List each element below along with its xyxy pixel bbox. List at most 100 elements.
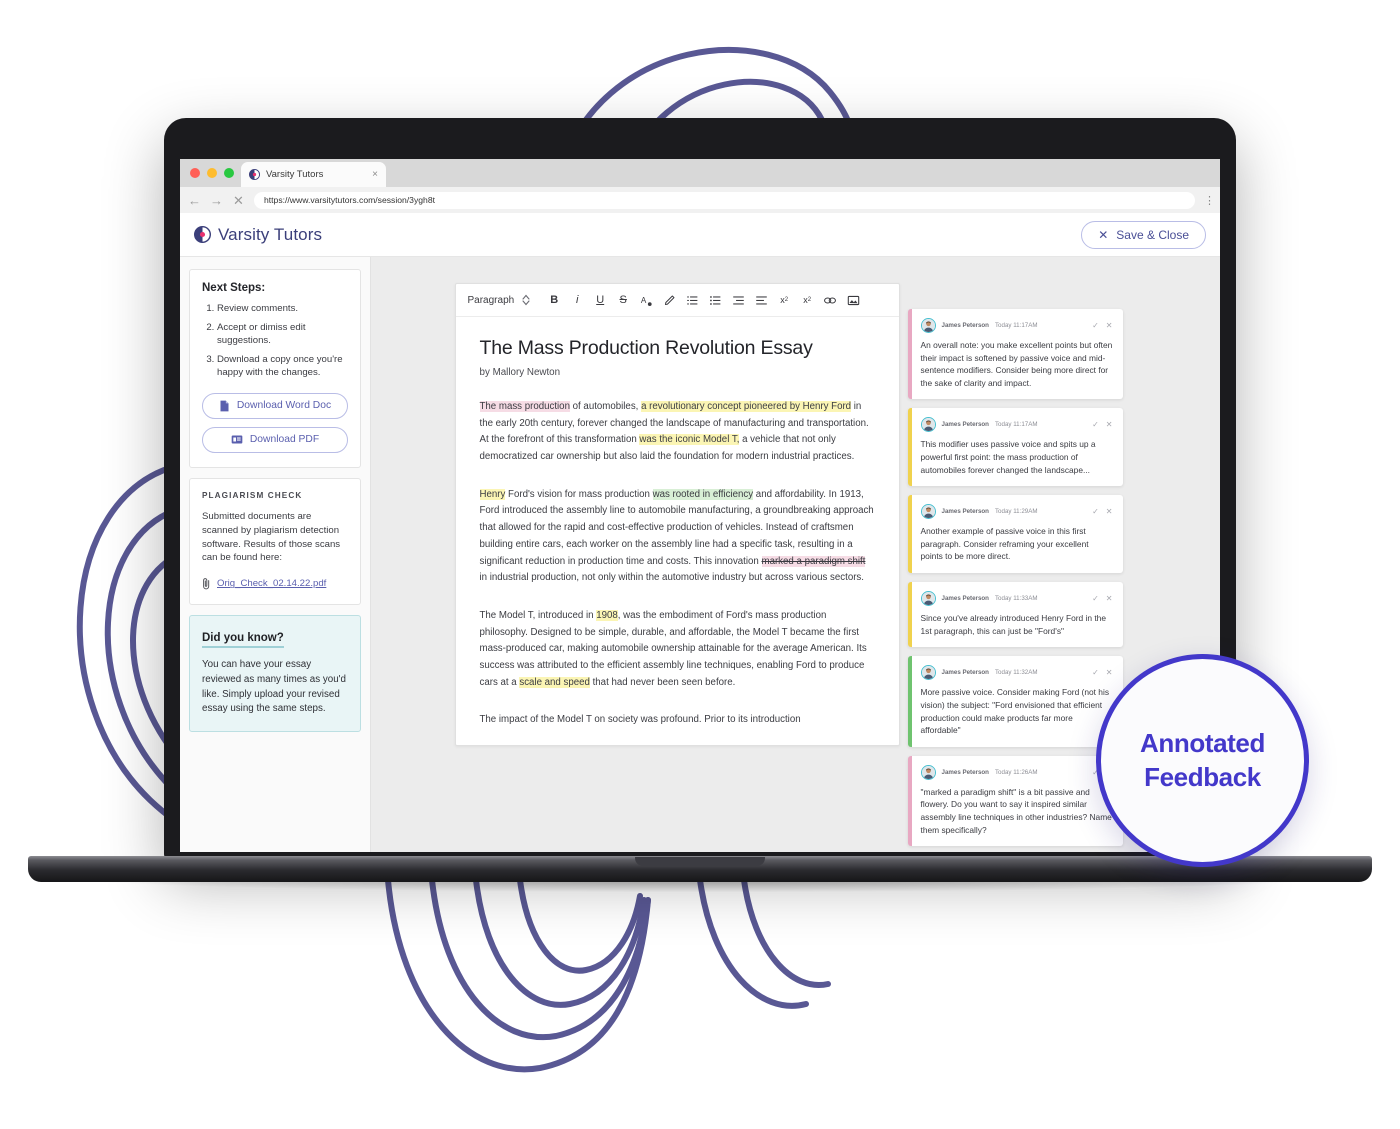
- stop-icon[interactable]: ✕: [232, 194, 245, 207]
- comment-card[interactable]: James Peterson Today 11:17AM ✓ ✕ An overall …: [907, 309, 1123, 400]
- comment-timestamp: Today 11:17AM: [994, 421, 1038, 429]
- browser-urlbar: ← → ✕ https://www.varsitytutors.com/sess…: [180, 187, 1220, 213]
- plagiarism-check-label: PLAGIARISM CHECK: [202, 490, 303, 500]
- italic-icon[interactable]: i: [568, 291, 586, 309]
- close-window-dot[interactable]: [190, 168, 200, 178]
- comment-body: Another example of passive voice in this…: [920, 526, 1089, 562]
- indent-icon[interactable]: [729, 291, 747, 309]
- varsity-tutors-favicon: [249, 169, 260, 180]
- did-you-know-title: Did you know?: [202, 632, 284, 649]
- editor-column: Paragraph B i U S A x 2 x 2 The Mass Pro…: [454, 283, 900, 852]
- highlight-yellow[interactable]: 1908: [596, 609, 618, 621]
- browser-tab-title: Varsity Tutors: [266, 169, 324, 180]
- accept-comment-icon[interactable]: ✓: [1092, 321, 1099, 330]
- unordered-list-icon[interactable]: [706, 291, 724, 309]
- accept-comment-icon[interactable]: ✓: [1092, 420, 1099, 429]
- comment-card[interactable]: James Peterson Today 11:32AM ✓ ✕ More passiv…: [907, 656, 1123, 747]
- accept-comment-icon[interactable]: ✓: [1092, 668, 1099, 677]
- text-color-icon[interactable]: A: [637, 291, 655, 309]
- outdent-icon[interactable]: [752, 291, 770, 309]
- save-and-close-label: Save & Close: [1116, 227, 1189, 242]
- plagiarism-check-body: Submitted documents are scanned by plagi…: [202, 510, 341, 564]
- document-byline: by Mallory Newton: [479, 367, 561, 378]
- dismiss-comment-icon[interactable]: ✕: [1106, 507, 1113, 516]
- accept-comment-icon[interactable]: ✓: [1092, 507, 1099, 516]
- accept-comment-icon[interactable]: ✓: [1092, 594, 1099, 603]
- superscript-icon[interactable]: x2: [798, 291, 816, 309]
- highlight-strike[interactable]: marked a paradigm shift: [761, 555, 866, 567]
- avatar: [920, 591, 936, 607]
- comment-author: James Peterson: [941, 669, 989, 677]
- svg-text:A: A: [641, 295, 647, 304]
- comment-card[interactable]: James Peterson Today 11:17AM ✓ ✕ This modifi…: [907, 408, 1123, 487]
- comment-timestamp: Today 11:32AM: [994, 669, 1038, 677]
- dismiss-comment-icon[interactable]: ✕: [1106, 321, 1113, 330]
- document-paragraph: The mass production of automobiles, a re…: [479, 401, 869, 463]
- comment-author: James Peterson: [941, 595, 989, 603]
- document-paragraph: Henry Ford's vision for mass production …: [479, 488, 874, 584]
- strikethrough-icon[interactable]: S: [614, 291, 632, 309]
- document-content[interactable]: The Mass Production Revolution Essay by …: [456, 317, 899, 745]
- link-icon[interactable]: [821, 291, 839, 309]
- comment-timestamp: Today 11:29AM: [994, 508, 1038, 516]
- image-icon[interactable]: [844, 291, 862, 309]
- document-title: The Mass Production Revolution Essay: [479, 337, 813, 359]
- document-paragraph: The impact of the Model T on society was…: [479, 714, 801, 726]
- highlight-yellow[interactable]: a revolutionary concept pioneered by Hen…: [641, 401, 852, 412]
- tab-close-icon[interactable]: ×: [372, 169, 378, 180]
- avatar: [920, 417, 936, 433]
- plagiarism-report-filename: Orig_Check_02.14.22.pdf: [217, 578, 327, 590]
- save-and-close-button[interactable]: ✕ Save & Close: [1081, 220, 1206, 249]
- sidebar: Next Steps: Review comments. Accept or d…: [180, 257, 371, 852]
- brand-name: Varsity Tutors: [218, 224, 323, 244]
- highlight-yellow[interactable]: Henry: [479, 488, 506, 500]
- dismiss-comment-icon[interactable]: ✕: [1106, 668, 1113, 677]
- brand[interactable]: Varsity Tutors: [194, 225, 322, 245]
- minimize-window-dot[interactable]: [207, 168, 217, 178]
- underline-icon[interactable]: U: [591, 291, 609, 309]
- comment-timestamp: Today 11:26AM: [994, 768, 1038, 776]
- highlighter-icon[interactable]: [660, 291, 678, 309]
- highlight-yellow[interactable]: was the iconic Model T,: [639, 434, 740, 446]
- highlight-yellow[interactable]: scale and speed: [519, 676, 590, 688]
- paragraph-style-select[interactable]: Paragraph: [468, 294, 531, 306]
- pdf-document-icon: [231, 435, 243, 444]
- comment-card[interactable]: James Peterson Today 11:33AM ✓ ✕ Since you'v…: [907, 582, 1123, 648]
- avatar: [920, 318, 936, 333]
- comment-header: James Peterson Today 11:33AM ✓ ✕: [920, 591, 1113, 607]
- bold-icon[interactable]: B: [545, 291, 563, 309]
- forward-icon[interactable]: →: [210, 194, 223, 207]
- next-steps-list: Review comments. Accept or dimiss edit s…: [217, 303, 348, 380]
- comment-author: James Peterson: [941, 508, 989, 516]
- avatar: [920, 665, 936, 681]
- comment-header: James Peterson Today 11:17AM ✓ ✕: [920, 318, 1113, 333]
- download-pdf-button[interactable]: Download PDF: [202, 426, 348, 453]
- editor-area: Paragraph B i U S A x 2 x 2 The Mass Pro…: [371, 257, 1220, 852]
- browser-menu-icon[interactable]: ⋮: [1204, 194, 1215, 207]
- download-pdf-label: Download PDF: [249, 434, 320, 446]
- url-input[interactable]: https://www.varsitytutors.com/session/3y…: [254, 191, 1195, 209]
- dismiss-comment-icon[interactable]: ✕: [1106, 420, 1113, 429]
- highlight-pink[interactable]: The mass production: [479, 401, 570, 412]
- laptop-screen: Varsity Tutors × ← → ✕ https://www.varsi…: [180, 159, 1220, 852]
- comment-author: James Peterson: [941, 421, 989, 429]
- browser-tab[interactable]: Varsity Tutors ×: [241, 162, 386, 187]
- highlight-green[interactable]: was rooted in efficiency: [652, 488, 754, 500]
- maximize-window-dot[interactable]: [224, 168, 234, 178]
- comment-timestamp: Today 11:17AM: [994, 322, 1038, 329]
- plagiarism-check-card: PLAGIARISM CHECK Submitted documents are…: [189, 477, 361, 606]
- back-icon[interactable]: ←: [188, 194, 201, 207]
- comment-card[interactable]: James Peterson Today 11:29AM ✓ ✕ Another exa…: [907, 495, 1123, 574]
- plagiarism-report-link[interactable]: Orig_Check_02.14.22.pdf: [202, 577, 348, 590]
- window-controls[interactable]: [190, 168, 234, 178]
- subscript-icon[interactable]: x2: [775, 291, 793, 309]
- comment-timestamp: Today 11:33AM: [994, 595, 1038, 603]
- dismiss-comment-icon[interactable]: ✕: [1106, 594, 1113, 603]
- comment-body: More passive voice. Consider making Ford…: [920, 687, 1110, 736]
- annotated-feedback-label: Annotated Feedback: [1140, 727, 1265, 794]
- did-you-know-body: You can have your essay reviewed as many…: [202, 659, 346, 715]
- comment-card[interactable]: James PetersonToday 11:26AM✓✕"marked a p…: [907, 755, 1123, 847]
- ordered-list-icon[interactable]: [683, 291, 701, 309]
- download-word-doc-button[interactable]: Download Word Doc: [202, 392, 348, 419]
- comment-body: "marked a paradigm shift" is a bit passi…: [920, 786, 1112, 835]
